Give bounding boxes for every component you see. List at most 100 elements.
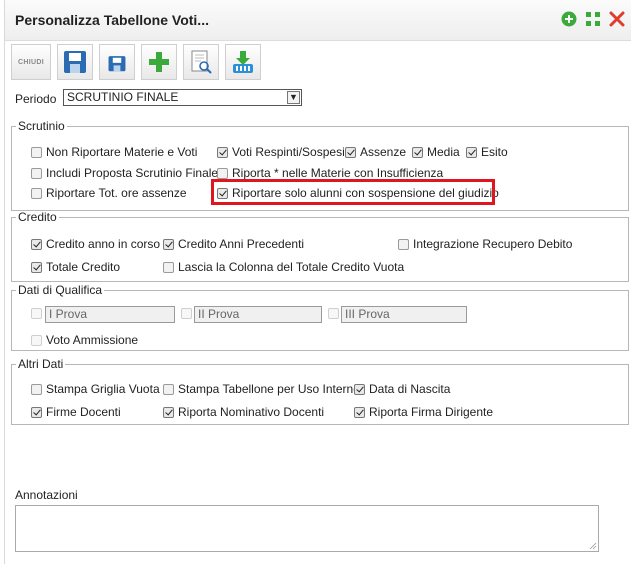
firme-docenti-checkbox[interactable]: Firme Docenti xyxy=(31,405,121,419)
checkbox-label: Totale Credito xyxy=(46,260,121,274)
checkbox-box[interactable] xyxy=(31,187,42,199)
voto-ammissione-checkbox[interactable]: Voto Ammissione xyxy=(31,333,138,347)
chevron-down-icon[interactable]: ▼ xyxy=(287,91,300,104)
iii-prova-input[interactable]: III Prova xyxy=(341,306,467,323)
non-riportare-materie-checkbox[interactable]: Non Riportare Materie e Voti xyxy=(31,145,197,159)
checkbox-box[interactable] xyxy=(31,383,42,395)
media-checkbox[interactable]: Media xyxy=(412,145,460,159)
checkbox-box[interactable] xyxy=(31,334,42,346)
totale-credito-checkbox[interactable]: Totale Credito xyxy=(31,260,120,274)
checkbox-box[interactable] xyxy=(31,261,42,273)
iii-prova-text: III Prova xyxy=(345,307,390,321)
save-small-button[interactable] xyxy=(99,44,135,80)
checkbox-label: Credito Anni Precedenti xyxy=(178,237,305,251)
checkbox-label: Riportare Tot. ore assenze xyxy=(46,186,187,200)
qualifica-legend: Dati di Qualifica xyxy=(18,283,103,297)
assenze-checkbox[interactable]: Assenze xyxy=(345,145,406,159)
checkbox-label: Integrazione Recupero Debito xyxy=(413,237,573,251)
periodo-select[interactable]: SCRUTINIO FINALE ▼ xyxy=(63,89,302,106)
expand-icon[interactable] xyxy=(584,10,602,28)
checkbox-box[interactable] xyxy=(163,238,174,250)
checkbox-label: Voti Respinti/Sospesi xyxy=(232,145,345,159)
save-button[interactable] xyxy=(57,44,93,80)
colonna-vuota-checkbox[interactable]: Lascia la Colonna del Totale Credito Vuo… xyxy=(163,260,404,274)
ii-prova-checkbox[interactable] xyxy=(181,308,192,319)
add-button[interactable] xyxy=(141,44,177,80)
firma-dirigente-checkbox[interactable]: Riporta Firma Dirigente xyxy=(354,405,493,419)
checkbox-box[interactable] xyxy=(163,406,174,418)
checkbox-box[interactable] xyxy=(354,383,365,395)
title-bar: Personalizza Tabellone Voti... xyxy=(5,0,631,41)
checkbox-label: Stampa Tabellone per Uso Interno xyxy=(178,382,360,396)
checkbox-box[interactable] xyxy=(466,146,477,158)
checkbox-box[interactable] xyxy=(31,146,42,158)
checkbox-label: Stampa Griglia Vuota xyxy=(46,382,160,396)
uso-interno-checkbox[interactable]: Stampa Tabellone per Uso Interno xyxy=(163,382,360,396)
integrazione-recupero-checkbox[interactable]: Integrazione Recupero Debito xyxy=(398,237,572,251)
checkbox-label: Non Riportare Materie e Voti xyxy=(46,145,198,159)
stampa-griglia-checkbox[interactable]: Stampa Griglia Vuota xyxy=(31,382,160,396)
iii-prova-checkbox[interactable] xyxy=(328,308,339,319)
annotazioni-label: Annotazioni xyxy=(15,488,78,502)
dialog-title: Personalizza Tabellone Voti... xyxy=(15,12,209,28)
ii-prova-input[interactable]: II Prova xyxy=(194,306,322,323)
save-icon xyxy=(64,51,86,73)
scrutinio-legend: Scrutinio xyxy=(18,119,65,133)
credito-anno-checkbox[interactable]: Credito anno in corso xyxy=(31,237,160,251)
checkbox-box[interactable] xyxy=(398,238,409,250)
riporta-asterisco-checkbox[interactable]: Riporta * nelle Materie con Insufficienz… xyxy=(217,166,443,180)
toolbar: CHIUDI xyxy=(9,42,629,82)
checkbox-box[interactable] xyxy=(31,238,42,250)
altri-dati-legend: Altri Dati xyxy=(18,357,64,371)
checkbox-label: Firme Docenti xyxy=(46,405,121,419)
checkbox-label: Esito xyxy=(481,145,508,159)
chiudi-button[interactable]: CHIUDI xyxy=(11,44,51,80)
close-icon[interactable] xyxy=(608,10,626,28)
i-prova-checkbox[interactable] xyxy=(31,308,42,319)
checkbox-label: Riporta Nominativo Docenti xyxy=(178,405,325,419)
i-prova-input[interactable]: I Prova xyxy=(45,306,175,323)
checkbox-label: Credito anno in corso xyxy=(46,237,161,251)
esito-checkbox[interactable]: Esito xyxy=(466,145,508,159)
chiudi-label: CHIUDI xyxy=(18,58,44,66)
checkbox-box[interactable] xyxy=(345,146,356,158)
credito-anni-precedenti-checkbox[interactable]: Credito Anni Precedenti xyxy=(163,237,304,251)
i-prova-text: I Prova xyxy=(49,307,88,321)
checkbox-box[interactable] xyxy=(163,261,174,273)
checkbox-box[interactable] xyxy=(163,383,174,395)
checkbox-box[interactable] xyxy=(412,146,423,158)
checkbox-label: Includi Proposta Scrutinio Finale xyxy=(46,166,219,180)
riportare-tot-ore-checkbox[interactable]: Riportare Tot. ore assenze xyxy=(31,186,187,200)
checkbox-label: Assenze xyxy=(360,145,407,159)
print-preview-icon xyxy=(191,50,212,74)
checkbox-label: Riporta Firma Dirigente xyxy=(369,405,494,419)
print-preview-button[interactable] xyxy=(183,44,219,80)
add-icon xyxy=(149,52,169,72)
resize-grip-icon[interactable] xyxy=(589,542,597,550)
download-icon xyxy=(233,51,253,73)
checkbox-box[interactable] xyxy=(31,167,42,179)
periodo-label: Periodo xyxy=(15,92,57,106)
personalizza-dialog: Personalizza Tabellone Voti... CHIUDI Pe… xyxy=(4,0,631,564)
checkbox-label: Data di Nascita xyxy=(369,382,451,396)
includi-proposta-checkbox[interactable]: Includi Proposta Scrutinio Finale xyxy=(31,166,218,180)
save-small-icon xyxy=(108,56,126,72)
annotazioni-textarea[interactable] xyxy=(15,505,599,552)
voti-respinti-checkbox[interactable]: Voti Respinti/Sospesi xyxy=(217,145,345,159)
plus-circle-icon[interactable] xyxy=(560,10,578,28)
periodo-selected: SCRUTINIO FINALE xyxy=(67,90,179,104)
credito-legend: Credito xyxy=(18,210,57,224)
highlight-box xyxy=(211,179,495,205)
checkbox-box[interactable] xyxy=(354,406,365,418)
ii-prova-text: II Prova xyxy=(198,307,240,321)
checkbox-box[interactable] xyxy=(31,406,42,418)
download-button[interactable] xyxy=(225,44,261,80)
checkbox-label: Media xyxy=(427,145,460,159)
checkbox-box[interactable] xyxy=(217,146,228,158)
nominativo-docenti-checkbox[interactable]: Riporta Nominativo Docenti xyxy=(163,405,324,419)
checkbox-box[interactable] xyxy=(217,167,228,179)
checkbox-label: Lascia la Colonna del Totale Credito Vuo… xyxy=(178,260,405,274)
checkbox-label: Voto Ammissione xyxy=(46,333,139,347)
checkbox-label: Riporta * nelle Materie con Insufficienz… xyxy=(232,166,444,180)
data-nascita-checkbox[interactable]: Data di Nascita xyxy=(354,382,450,396)
